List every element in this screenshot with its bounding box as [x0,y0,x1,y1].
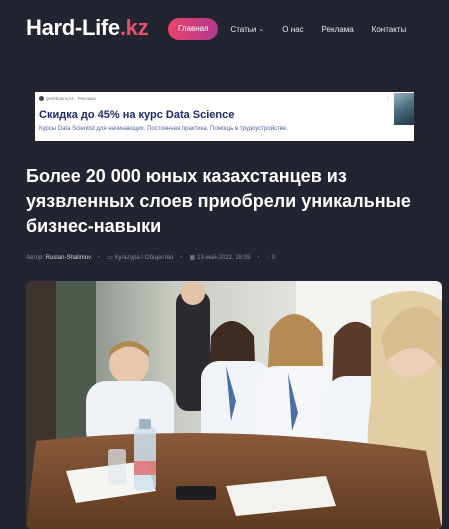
author-label: Автор: [26,254,45,261]
meta-separator: • [98,254,101,261]
article-date: 13-май-2022, 18:09 [197,254,251,261]
category-link[interactable]: Культура / Общество [115,255,173,261]
ad-source-icon [39,96,44,101]
nav-item-contacts[interactable]: Контакты [372,25,407,34]
article-meta: Автор: Ruslan-Shalimov • ▭ Культура / Об… [26,254,275,262]
ad-source: geekbrains.kz · Реклама [39,96,96,101]
site-logo[interactable]: Hard-Life.kz [26,15,149,41]
comment-icon: ◌ [266,254,271,261]
nav-item-label: О нас [282,24,304,34]
site-header: Hard-Life.kz Главная Статьи ⌄ О нас Рекл… [0,0,449,60]
nav-item-label: Контакты [371,24,407,34]
kebab-icon[interactable]: ⋮ [385,95,391,102]
ad-thumbnail[interactable] [394,93,414,125]
nav-item-label: Главная [178,24,209,33]
ad-banner[interactable]: geekbrains.kz · Реклама Скидка до 45% на… [35,92,414,141]
nav-item-advertising[interactable]: Реклама [322,25,354,34]
folder-icon: ▭ [107,255,113,261]
article-photo-illustration [26,281,442,529]
comment-count[interactable]: 0 [272,255,275,261]
article-photo [26,281,442,529]
nav-item-label: Реклама [321,24,354,34]
chevron-down-icon: ⌄ [258,26,265,33]
logo-main: Hard-Life [26,15,120,40]
ad-description: Курсы Data Scientist для начинающих. Пос… [39,126,288,132]
calendar-icon: ▦ [189,255,196,261]
article-title: Более 20 000 юных казахстанцев из уязвле… [26,166,411,236]
nav-item-articles[interactable]: Статьи ⌄ [230,25,264,34]
nav-item-home[interactable]: Главная [168,18,219,40]
logo-suffix: .kz [119,15,149,40]
ad-source-text: geekbrains.kz · Реклама [46,96,96,101]
main-nav: Главная Статьи ⌄ О нас Реклама Контакты [168,18,406,40]
nav-item-about[interactable]: О нас [282,25,303,34]
nav-item-label: Статьи [230,24,257,34]
meta-separator: • [257,254,260,261]
ad-title[interactable]: Скидка до 45% на курс Data Science [39,109,234,121]
author-link[interactable]: Ruslan-Shalimov [46,255,91,261]
page: Hard-Life.kz Главная Статьи ⌄ О нас Рекл… [0,0,449,529]
meta-separator: • [180,254,183,261]
